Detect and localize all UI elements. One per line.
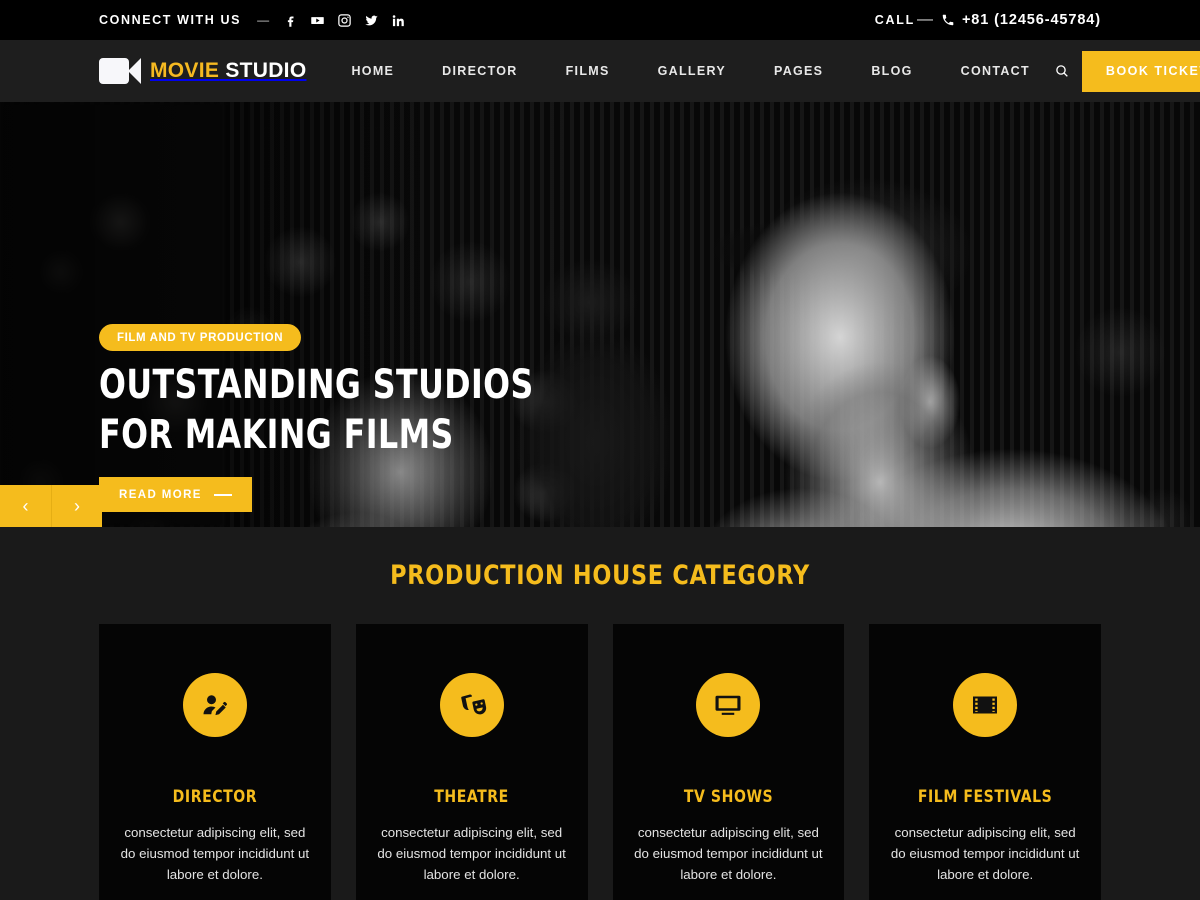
category-card-text: consectetur adipiscing elit, sed do eius… — [377, 825, 566, 882]
main-nav: HOME DIRECTOR FILMS GALLERY PAGES BLOG C… — [321, 64, 1053, 78]
call-label: CALL — [874, 13, 915, 27]
hero-content: FILM AND TV PRODUCTION OUTSTANDING STUDI… — [0, 102, 1200, 527]
hero-title-line1: OUTSTANDING STUDIOS — [99, 362, 534, 408]
nav-item-films[interactable]: FILMS — [542, 64, 634, 78]
nav-item-home[interactable]: HOME — [337, 64, 418, 78]
connect-group: CONNECT WITH US — — [99, 13, 406, 28]
phone-number[interactable]: +81 (12456-45784) — [962, 12, 1101, 28]
arrow-dash-icon — [213, 493, 232, 496]
facebook-icon[interactable] — [283, 13, 298, 28]
slider-prev-button[interactable]: ‹ — [0, 485, 51, 527]
slider-controls: ‹ › — [0, 485, 102, 527]
connect-separator: — — [257, 13, 270, 27]
hero-badge: FILM AND TV PRODUCTION — [99, 324, 302, 351]
book-tickets-button[interactable]: BOOK TICKETS — [1081, 50, 1200, 92]
linkedin-icon[interactable] — [391, 13, 406, 28]
youtube-icon[interactable] — [310, 13, 325, 28]
category-card-director[interactable]: DIRECTOR consectetur adipiscing elit, se… — [99, 624, 331, 900]
category-card-title: THEATRE — [434, 787, 509, 807]
category-card-film-festivals[interactable]: FILM FESTIVALS consectetur adipiscing el… — [869, 624, 1101, 900]
nav-item-pages[interactable]: PAGES — [750, 64, 847, 78]
category-card-title: TV SHOWS — [683, 787, 774, 807]
logo-text-studio: STUDIO — [219, 59, 307, 82]
call-separator: — — [916, 11, 933, 28]
category-card-theatre[interactable]: THEATRE consectetur adipiscing elit, sed… — [355, 624, 588, 900]
category-card-text: consectetur adipiscing elit, sed do eius… — [120, 825, 310, 882]
hero-title: OUTSTANDING STUDIOS FOR MAKING FILMS — [99, 360, 534, 460]
nav-item-gallery[interactable]: GALLERY — [634, 64, 750, 78]
nav-item-director[interactable]: DIRECTOR — [418, 64, 541, 78]
category-card-text: consectetur adipiscing elit, sed do eius… — [634, 825, 823, 882]
category-card-title: FILM FESTIVALS — [917, 787, 1053, 807]
connect-label: CONNECT WITH US — [99, 13, 242, 27]
hero-slider: FILM AND TV PRODUCTION OUTSTANDING STUDI… — [0, 102, 1200, 527]
read-more-button[interactable]: READ MORE — [99, 477, 252, 512]
nav-item-contact[interactable]: CONTACT — [937, 64, 1054, 78]
video-camera-icon — [99, 58, 141, 84]
top-bar: CONNECT WITH US — CALL — +81 (12456-4578… — [0, 0, 1200, 40]
nav-item-blog[interactable]: BLOG — [847, 64, 936, 78]
slider-next-button[interactable]: › — [51, 485, 102, 527]
hero-title-line2: FOR MAKING FILMS — [99, 412, 454, 458]
twitter-icon[interactable] — [364, 13, 379, 28]
category-card-list: DIRECTOR consectetur adipiscing elit, se… — [99, 624, 1101, 900]
production-house-category-section: PRODUCTION HOUSE CATEGORY DIRECTOR conse… — [0, 527, 1200, 900]
site-header: MOVIE STUDIO HOME DIRECTOR FILMS GALLERY… — [0, 40, 1200, 102]
phone-icon — [941, 13, 955, 27]
instagram-icon[interactable] — [337, 13, 352, 28]
read-more-label: READ MORE — [119, 488, 202, 501]
logo-text: MOVIE STUDIO — [150, 59, 306, 83]
call-group: CALL — +81 (12456-45784) — [875, 11, 1101, 29]
user-edit-icon — [182, 673, 247, 737]
logo-text-movie: MOVIE — [150, 59, 220, 82]
section-title: PRODUCTION HOUSE CATEGORY — [390, 560, 810, 591]
search-icon[interactable] — [1054, 56, 1070, 86]
category-card-title: DIRECTOR — [172, 787, 258, 807]
theatre-masks-icon — [439, 673, 504, 737]
category-card-text: consectetur adipiscing elit, sed do eius… — [890, 825, 1080, 882]
social-links — [283, 13, 406, 28]
tv-icon — [696, 673, 761, 737]
book-tickets-label: BOOK TICKETS — [1105, 64, 1200, 78]
site-logo[interactable]: MOVIE STUDIO — [99, 58, 306, 84]
category-card-tv-shows[interactable]: TV SHOWS consectetur adipiscing elit, se… — [612, 624, 845, 900]
film-strip-icon — [953, 673, 1018, 737]
